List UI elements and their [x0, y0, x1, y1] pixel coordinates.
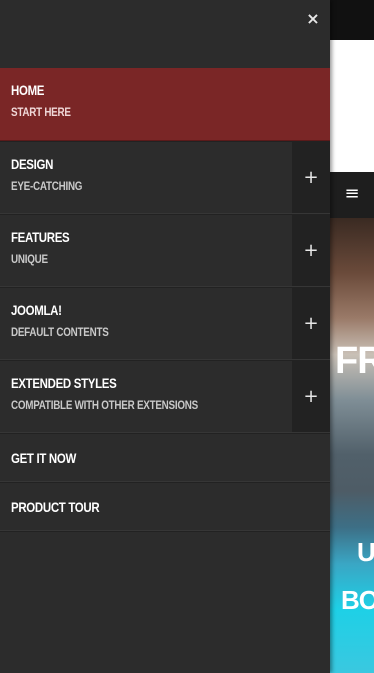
menu-item-subtitle: START HERE	[11, 105, 71, 119]
hero-heading: FR	[335, 340, 374, 382]
menu-item-title: GET IT NOW	[11, 450, 76, 466]
menu-item-title: DESIGN	[11, 156, 54, 172]
menu-item-title: PRODUCT TOUR	[11, 499, 100, 515]
menu-item-subtitle: UNIQUE	[11, 252, 48, 266]
page-top-bar	[330, 0, 374, 40]
menu-item-title: FEATURES	[11, 229, 70, 245]
menu-item-product-tour[interactable]: PRODUCT TOUR	[0, 482, 330, 531]
hamburger-menu-icon[interactable]: ≡	[341, 183, 363, 205]
sidebar-header: ×	[0, 0, 330, 68]
menu-item-features[interactable]: FEATURES UNIQUE +	[0, 214, 330, 287]
expand-plus-icon[interactable]: +	[292, 215, 330, 286]
expand-plus-icon[interactable]: +	[292, 142, 330, 213]
menu-item-title: HOME	[11, 82, 45, 98]
hero-subheading-line1: U	[357, 537, 374, 567]
menu-item-design[interactable]: DESIGN EYE-CATCHING +	[0, 141, 330, 214]
menu-item-joomla[interactable]: JOOMLA! DEFAULT CONTENTS +	[0, 287, 330, 360]
menu-item-title: EXTENDED STYLES	[11, 375, 117, 391]
menu-item-home[interactable]: HOME START HERE	[0, 68, 330, 141]
menu-item-get-it-now[interactable]: GET IT NOW	[0, 433, 330, 482]
offcanvas-sidebar: × HOME START HERE DESIGN EYE-CATCHING + …	[0, 0, 330, 673]
menu-item-title: JOOMLA!	[11, 302, 62, 318]
expand-plus-icon[interactable]: +	[292, 288, 330, 359]
menu-item-subtitle: EYE-CATCHING	[11, 179, 83, 193]
menu-item-subtitle: DEFAULT CONTENTS	[11, 325, 109, 339]
close-icon[interactable]: ×	[302, 8, 324, 30]
sidebar-empty-area	[0, 531, 330, 532]
hero-subheading-line2: BO	[341, 585, 374, 615]
page-header	[330, 40, 374, 172]
menu-item-subtitle: COMPATIBLE WITH OTHER EXTENSIONS	[11, 398, 198, 412]
menu-item-extended-styles[interactable]: EXTENDED STYLES COMPATIBLE WITH OTHER EX…	[0, 360, 330, 433]
expand-plus-icon[interactable]: +	[292, 361, 330, 432]
